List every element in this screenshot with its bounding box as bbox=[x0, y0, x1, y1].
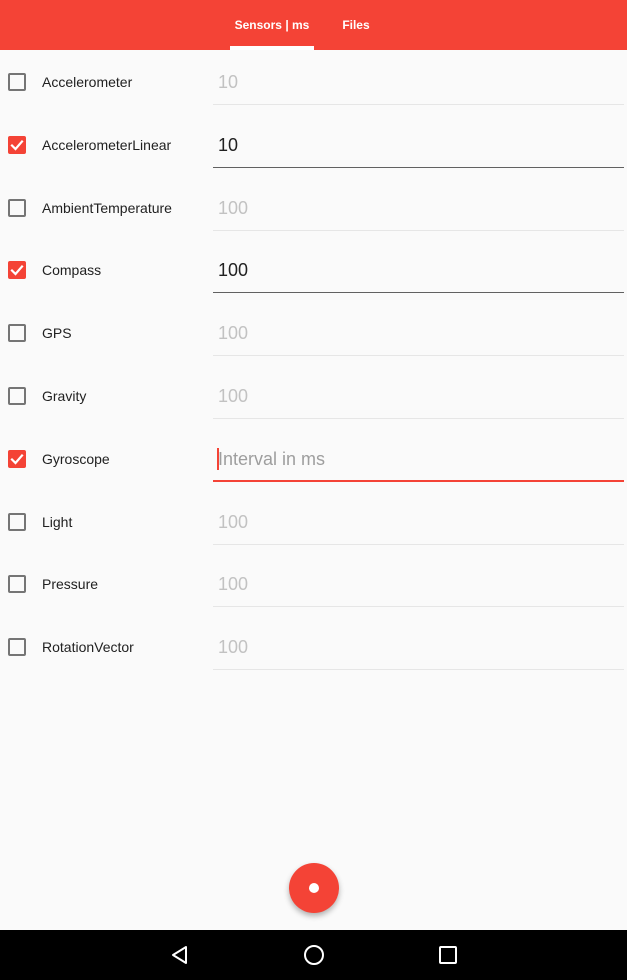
check-icon bbox=[10, 453, 24, 465]
sensor-row-pressure: Pressure 100 bbox=[0, 552, 627, 615]
check-icon bbox=[10, 139, 24, 151]
navigation-bar bbox=[0, 930, 627, 980]
checkbox-light[interactable] bbox=[8, 512, 26, 531]
interval-input-rotationvector[interactable]: 100 bbox=[213, 624, 624, 671]
checkbox-pressure[interactable] bbox=[8, 575, 26, 594]
interval-input-gravity[interactable]: 100 bbox=[213, 373, 624, 419]
interval-value: 100 bbox=[218, 323, 249, 344]
interval-value: 100 bbox=[218, 385, 249, 406]
checkbox-rotationvector[interactable] bbox=[8, 638, 26, 657]
checkbox-ambienttemperature[interactable] bbox=[8, 198, 26, 217]
checkbox-accelerometerlinear[interactable] bbox=[8, 135, 26, 154]
interval-value: 100 bbox=[218, 637, 249, 658]
interval-value: 10 bbox=[218, 72, 239, 92]
interval-value: 10 bbox=[218, 134, 239, 155]
interval-input-light[interactable]: 100 bbox=[213, 499, 624, 545]
sensor-list: Accelerometer 10 AccelerometerLinear 10 Ambi… bbox=[0, 50, 627, 678]
sensor-label: Gravity bbox=[42, 387, 87, 404]
sensor-row-gravity: Gravity 100 bbox=[0, 364, 627, 427]
interval-input-pressure[interactable]: 100 bbox=[213, 561, 624, 608]
interval-input-compass[interactable]: 100 bbox=[213, 247, 624, 294]
sensor-label: Accelerometer bbox=[42, 74, 133, 90]
sensor-label: AmbientTemperature bbox=[42, 199, 172, 216]
sensor-row-light: Light 100 bbox=[0, 490, 627, 553]
interval-input-accelerometerlinear[interactable]: 10 bbox=[213, 122, 624, 168]
sensor-row-gyroscope: Gyroscope Interval in ms bbox=[0, 427, 627, 490]
sensor-label: Compass bbox=[42, 262, 102, 279]
checkbox-gravity[interactable] bbox=[8, 386, 26, 405]
sensor-row-rotationvector: RotationVector 100 bbox=[0, 615, 627, 678]
sensor-label: Pressure bbox=[42, 576, 99, 593]
home-icon[interactable] bbox=[302, 943, 326, 967]
interval-value: 100 bbox=[218, 260, 249, 281]
checkbox-gps[interactable] bbox=[8, 324, 26, 343]
interval-value: Interval in ms bbox=[218, 448, 326, 469]
sensor-label: RotationVector bbox=[42, 639, 134, 656]
sensor-row-gps: GPS 100 bbox=[0, 301, 627, 364]
check-icon bbox=[10, 265, 24, 277]
checkbox-compass[interactable] bbox=[8, 261, 26, 280]
recents-icon[interactable] bbox=[436, 943, 460, 967]
sensor-row-accelerometer: Accelerometer 10 bbox=[0, 50, 627, 113]
sensor-label: Gyroscope bbox=[42, 450, 110, 467]
record-icon bbox=[309, 883, 319, 893]
sensor-label: GPS bbox=[42, 325, 72, 342]
tab-sensors[interactable]: Sensors | ms bbox=[230, 0, 314, 50]
tab-files[interactable]: Files bbox=[322, 0, 390, 50]
checkbox-gyroscope[interactable] bbox=[8, 449, 26, 468]
sensor-row-ambienttemperature: AmbientTemperature 100 bbox=[0, 176, 627, 239]
interval-input-gyroscope[interactable]: Interval in ms bbox=[213, 436, 624, 482]
back-icon[interactable] bbox=[168, 943, 192, 967]
record-button[interactable] bbox=[289, 863, 339, 913]
sensor-row-accelerometerlinear: AccelerometerLinear 10 bbox=[0, 113, 627, 176]
sensor-label: Light bbox=[42, 513, 73, 530]
interval-value: 100 bbox=[218, 574, 249, 595]
sensor-row-compass: Compass 100 bbox=[0, 238, 627, 301]
interval-input-ambienttemperature[interactable]: 100 bbox=[213, 185, 624, 231]
interval-input-gps[interactable]: 100 bbox=[213, 310, 624, 357]
interval-value: 100 bbox=[218, 511, 249, 532]
interval-input-accelerometer[interactable]: 10 bbox=[213, 59, 624, 105]
interval-value: 100 bbox=[218, 197, 249, 218]
checkbox-accelerometer[interactable] bbox=[8, 73, 26, 91]
app-bar: Sensors | ms Files bbox=[0, 0, 627, 50]
sensor-label: AccelerometerLinear bbox=[42, 136, 172, 153]
